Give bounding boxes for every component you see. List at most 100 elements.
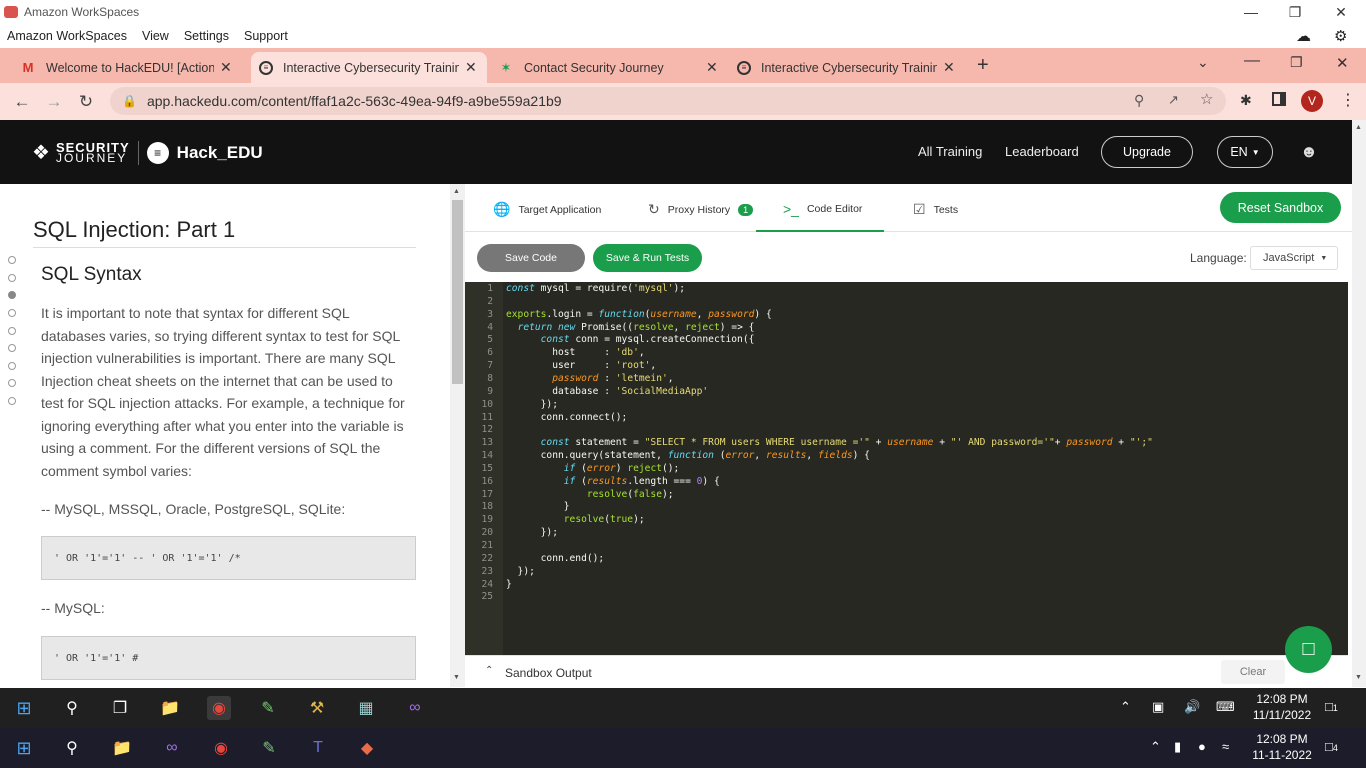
menu-view[interactable]: View <box>142 29 169 43</box>
chat-support-icon[interactable]: □ <box>1285 626 1332 673</box>
tab-interactive-training[interactable]: ≡ Interactive Cybersecurity Training ✕ <box>251 52 487 83</box>
code-line[interactable]: return new Promise((resolve, reject) => … <box>506 322 755 333</box>
clear-output-button[interactable]: Clear <box>1221 660 1285 684</box>
code-line[interactable]: const mysql = require('mysql'); <box>506 283 685 294</box>
windows-start-icon[interactable]: ⊞ <box>12 696 36 720</box>
language-switch[interactable]: EN ▼ <box>1217 136 1273 168</box>
back-icon[interactable]: ← <box>6 92 38 112</box>
notification-icon[interactable]: □1 <box>1325 699 1338 716</box>
mic-icon[interactable]: ● <box>1198 739 1206 755</box>
visual-studio-icon[interactable]: ∞ <box>160 736 184 760</box>
file-explorer-icon[interactable]: 📁 <box>158 696 182 720</box>
profile-avatar[interactable]: V <box>1301 90 1323 112</box>
code-line[interactable]: user : 'root', <box>506 360 656 371</box>
tray-chevron-icon[interactable]: ⌃ <box>1150 739 1161 755</box>
tab-search-icon[interactable]: ⌄ <box>1197 54 1209 71</box>
browser-close-icon[interactable]: ✕ <box>1336 54 1349 72</box>
code-line[interactable]: exports.login = function(username, passw… <box>506 309 772 320</box>
notification-icon[interactable]: □4 <box>1325 739 1338 756</box>
new-tab-icon[interactable]: + <box>977 54 989 77</box>
code-line[interactable]: }); <box>506 399 558 410</box>
tools-icon[interactable]: ⚒ <box>305 696 329 720</box>
tab-close-icon[interactable]: ✕ <box>465 59 477 76</box>
task-view-icon[interactable]: ❐ <box>108 696 132 720</box>
windows-start-icon[interactable]: ⊞ <box>12 736 36 760</box>
tab-close-icon[interactable]: ✕ <box>220 59 232 76</box>
menu-amazon-workspaces[interactable]: Amazon WorkSpaces <box>7 29 127 43</box>
code-editor[interactable]: 1 2 3 4 5 6 7 8 9 10 11 12 13 14 15 16 17 18 19 20 21 22 23 24 2… <box>465 282 1348 655</box>
code-line[interactable]: conn.end(); <box>506 553 605 564</box>
scrollbar-thumb[interactable] <box>452 200 463 384</box>
tab-close-icon[interactable]: ✕ <box>706 59 718 76</box>
tray-chevron-icon[interactable]: ⌃ <box>1120 699 1131 715</box>
zoom-icon[interactable]: ⚲ <box>1134 92 1144 109</box>
reload-icon[interactable]: ↻ <box>70 92 102 112</box>
extensions-icon[interactable]: ✱ <box>1240 92 1252 109</box>
chrome-icon[interactable]: ◉ <box>209 736 233 760</box>
language-select[interactable]: JavaScript ▼ <box>1250 246 1338 270</box>
menu-settings[interactable]: Settings <box>184 29 229 43</box>
progress-dot[interactable] <box>8 309 16 317</box>
code-line[interactable]: if (error) reject(); <box>506 463 680 474</box>
progress-dot[interactable] <box>8 327 16 335</box>
code-line[interactable]: host : 'db', <box>506 347 644 358</box>
chrome-menu-icon[interactable]: ⋮ <box>1340 90 1356 110</box>
menu-support[interactable]: Support <box>244 29 288 43</box>
user-icon[interactable]: ☻ <box>1300 142 1318 162</box>
teams-icon[interactable]: T <box>306 736 330 760</box>
code-line[interactable]: if (results.length === 0) { <box>506 476 720 487</box>
chevron-up-icon[interactable]: ⌃ <box>485 665 493 676</box>
tab-close-icon[interactable]: ✕ <box>943 59 955 76</box>
nav-leaderboard[interactable]: Leaderboard <box>1005 144 1079 159</box>
address-bar[interactable]: 🔒 app.hackedu.com/content/ffaf1a2c-563c-… <box>110 87 1226 115</box>
progress-dot[interactable] <box>8 379 16 387</box>
share-icon[interactable]: ↗ <box>1168 92 1179 108</box>
file-explorer-icon[interactable]: 📁 <box>110 736 134 760</box>
lesson-scrollbar[interactable]: ▲ ▼ <box>450 184 465 687</box>
volume-icon[interactable]: 🔊 <box>1184 699 1200 715</box>
notepad-plus-icon[interactable]: ✎ <box>256 696 280 720</box>
code-line[interactable]: resolve(true); <box>506 514 645 525</box>
nav-all-training[interactable]: All Training <box>918 144 982 159</box>
clock[interactable]: 12:08 PM 11/11/2022 <box>1250 691 1314 723</box>
wifi-icon[interactable]: ≈ <box>1222 739 1229 755</box>
close-icon[interactable]: ✕ <box>1318 0 1364 24</box>
code-line[interactable]: }); <box>506 527 558 538</box>
brand-logo[interactable]: ❖ SECURITY JOURNEY ≡ Hack_EDU <box>32 140 263 165</box>
clock[interactable]: 12:08 PM 11-11-2022 <box>1250 731 1314 763</box>
progress-dot[interactable] <box>8 344 16 352</box>
tab-proxy-history[interactable]: ↻ Proxy History 1 <box>648 201 754 218</box>
code-line[interactable]: }); <box>506 566 535 577</box>
bandwidth-icon[interactable]: ⚙ <box>1334 27 1352 45</box>
keyboard-icon[interactable]: ⌨ <box>1216 699 1235 715</box>
tab-target-application[interactable]: 🌐 Target Application <box>493 201 601 218</box>
code-line[interactable]: password : 'letmein', <box>506 373 673 384</box>
tab-tests[interactable]: ☑ Tests <box>913 201 958 218</box>
visual-studio-icon[interactable]: ∞ <box>403 696 427 720</box>
battery-icon[interactable]: ▮ <box>1174 739 1181 755</box>
notepad-plus-icon[interactable]: ✎ <box>257 736 281 760</box>
progress-dot[interactable] <box>8 274 16 282</box>
minimize-icon[interactable]: — <box>1228 0 1274 24</box>
code-line[interactable]: database : 'SocialMediaApp' <box>506 386 708 397</box>
page-scrollbar[interactable]: ▲ ▼ <box>1352 120 1366 687</box>
code-line[interactable]: const statement = "SELECT * FROM users W… <box>506 437 1153 448</box>
bookmark-star-icon[interactable]: ☆ <box>1200 90 1213 108</box>
tab-gmail[interactable]: M Welcome to HackEDU! [Action Re ✕ <box>12 52 248 83</box>
network-icon[interactable]: ▣ <box>1152 699 1164 715</box>
forward-icon[interactable]: → <box>38 92 70 112</box>
sandbox-output-panel[interactable]: ⌃ Sandbox Output Clear <box>465 655 1348 687</box>
tab-contact-security-journey[interactable]: ✶ Contact Security Journey ✕ <box>490 52 726 83</box>
code-line[interactable]: conn.connect(); <box>506 412 628 423</box>
progress-dot[interactable] <box>8 362 16 370</box>
restore-icon[interactable]: ❐ <box>1272 0 1318 24</box>
search-icon[interactable]: ⚲ <box>60 736 84 760</box>
code-line[interactable]: conn.query(statement, function (error, r… <box>506 450 870 461</box>
chrome-icon[interactable]: ◉ <box>207 696 231 720</box>
progress-dot[interactable] <box>8 256 16 264</box>
tab-code-editor[interactable]: >_ Code Editor <box>783 201 862 217</box>
save-run-tests-button[interactable]: Save & Run Tests <box>593 244 702 272</box>
code-line[interactable]: } <box>506 501 570 512</box>
app-icon[interactable]: ▦ <box>354 696 378 720</box>
search-icon[interactable]: ⚲ <box>60 696 84 720</box>
